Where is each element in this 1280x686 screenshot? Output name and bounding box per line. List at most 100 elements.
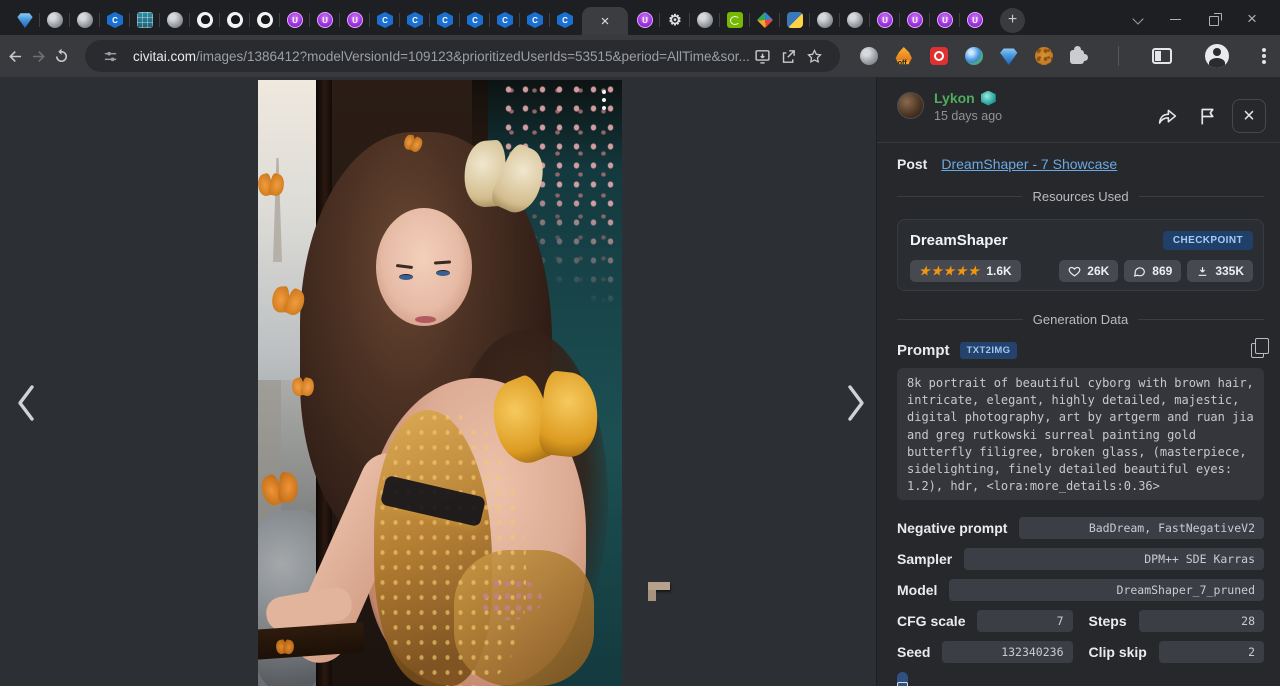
globe-favicon (697, 12, 713, 28)
pinned-tab-civitai[interactable] (550, 6, 580, 34)
pinned-tab-nvidia[interactable] (720, 6, 750, 34)
extension-sphere-icon[interactable] (965, 47, 983, 65)
pinned-tab-globe[interactable] (810, 6, 840, 34)
pinned-tab-u[interactable] (280, 6, 310, 34)
window-close-button[interactable] (1246, 13, 1258, 25)
likes-count: 26K (1087, 264, 1109, 278)
clip-skip-value[interactable]: 2 (1159, 641, 1264, 663)
browser-menu-icon[interactable] (1262, 54, 1266, 58)
reload-button[interactable] (52, 41, 71, 71)
pinned-tab-u[interactable] (960, 6, 990, 34)
profile-avatar-button[interactable] (1205, 44, 1229, 68)
resource-card[interactable]: DreamShaper CHECKPOINT 1.6K 26K (897, 219, 1264, 291)
downloads-pill[interactable]: 335K (1187, 260, 1253, 282)
pinned-tab-python[interactable] (780, 6, 810, 34)
pinned-tab-globe[interactable] (840, 6, 870, 34)
extension-gem-icon[interactable] (1000, 47, 1018, 65)
pinned-tab-u[interactable] (870, 6, 900, 34)
image-options-menu-icon[interactable] (602, 90, 606, 94)
back-button[interactable] (6, 41, 25, 71)
steps-value[interactable]: 28 (1139, 610, 1264, 632)
pinned-tab-u[interactable] (900, 6, 930, 34)
resources-used-divider: Resources Used (897, 186, 1264, 206)
minimize-button[interactable] (1170, 13, 1182, 25)
pinned-tab-gem[interactable] (10, 6, 40, 34)
pinned-tab-u[interactable] (310, 6, 340, 34)
negative-prompt-label: Negative prompt (897, 520, 1007, 536)
pinned-tab-civitai[interactable] (370, 6, 400, 34)
report-flag-icon[interactable] (1192, 101, 1222, 131)
side-panel-icon[interactable] (1152, 48, 1172, 64)
comments-pill[interactable]: 869 (1124, 260, 1181, 282)
new-tab-button[interactable] (1000, 8, 1025, 33)
pinned-tab-civitai[interactable] (460, 6, 490, 34)
cfg-scale-value[interactable]: 7 (977, 610, 1072, 632)
pinned-tab-globe[interactable] (40, 6, 70, 34)
pinned-tab-github[interactable] (250, 6, 280, 34)
butterfly-gold-graphic (489, 369, 604, 467)
model-value[interactable]: DreamShaper_7_pruned (949, 579, 1264, 601)
share-icon[interactable] (776, 43, 802, 69)
extension-fire-off-icon[interactable]: off (895, 47, 913, 65)
extension-cookie-icon[interactable] (1035, 47, 1053, 65)
steps-label: Steps (1089, 613, 1127, 629)
restore-button[interactable] (1208, 13, 1220, 25)
pinned-tab-u[interactable] (930, 6, 960, 34)
pinned-tab-gear[interactable] (660, 6, 690, 34)
pinned-tab-u[interactable] (340, 6, 370, 34)
downloads-count: 335K (1215, 264, 1244, 278)
site-info-icon[interactable] (97, 43, 123, 69)
globe-favicon (167, 12, 183, 28)
rating-pill[interactable]: 1.6K (910, 260, 1021, 282)
share-post-icon[interactable] (1152, 101, 1182, 131)
post-label: Post (897, 156, 927, 172)
likes-pill[interactable]: 26K (1059, 260, 1118, 282)
resource-name[interactable]: DreamShaper (910, 232, 1008, 249)
pinned-tab-civitai[interactable] (520, 6, 550, 34)
extensions-row: off (860, 44, 1280, 68)
forward-button[interactable] (29, 41, 48, 71)
pinned-tab-globe[interactable] (690, 6, 720, 34)
negative-prompt-value[interactable]: BadDream, FastNegativeV2 (1019, 517, 1264, 539)
civitai-favicon (437, 12, 453, 28)
prompt-text[interactable]: 8k portrait of beautiful cyborg with bro… (897, 368, 1264, 500)
author-name[interactable]: Lykon (934, 90, 975, 106)
tab-close-icon[interactable] (601, 14, 610, 29)
post-row: Post DreamShaper - 7 Showcase (877, 143, 1280, 184)
active-tab[interactable] (582, 7, 628, 35)
pinned-tab-u[interactable] (630, 6, 660, 34)
pinned-tab-civitai[interactable] (100, 6, 130, 34)
pinned-tab-civitai[interactable] (430, 6, 460, 34)
pinned-tab-globe[interactable] (160, 6, 190, 34)
close-panel-button[interactable] (1232, 99, 1266, 133)
extension-globe-icon[interactable] (860, 47, 878, 65)
previous-image-button[interactable] (10, 383, 44, 423)
butterfly-orange-graphic (276, 640, 294, 654)
author-avatar[interactable] (897, 92, 924, 119)
photo-flower-cluster (480, 578, 542, 620)
pinned-tab-civitai[interactable] (400, 6, 430, 34)
sampler-value[interactable]: DPM++ SDE Karras (964, 548, 1264, 570)
install-icon[interactable] (750, 43, 776, 69)
pinned-tab-git[interactable] (750, 6, 780, 34)
url-text[interactable]: civitai.com/images/1386412?modelVersionI… (133, 49, 750, 64)
address-bar[interactable]: civitai.com/images/1386412?modelVersionI… (85, 40, 840, 72)
bookmark-star-icon[interactable] (802, 43, 828, 69)
checkpoint-badge[interactable]: CHECKPOINT (1163, 231, 1253, 250)
seed-value[interactable]: 132340236 (942, 641, 1072, 663)
copy-generation-data-button[interactable] (897, 672, 908, 686)
pinned-tab-store[interactable] (130, 6, 160, 34)
next-image-button[interactable] (838, 383, 872, 423)
tab-search-chevron-icon[interactable] (1132, 13, 1144, 25)
generated-image[interactable] (258, 80, 622, 686)
pinned-tab-github[interactable] (190, 6, 220, 34)
extension-red-o-icon[interactable] (930, 47, 948, 65)
clip-skip-cell: Clip skip 2 (1089, 641, 1265, 663)
pinned-tab-github[interactable] (220, 6, 250, 34)
copy-prompt-icon[interactable] (1251, 343, 1264, 358)
pinned-tab-globe[interactable] (70, 6, 100, 34)
pinned-tab-civitai[interactable] (490, 6, 520, 34)
post-link[interactable]: DreamShaper - 7 Showcase (941, 156, 1117, 172)
extensions-puzzle-icon[interactable] (1070, 50, 1084, 64)
photo-eye-left (399, 274, 413, 280)
